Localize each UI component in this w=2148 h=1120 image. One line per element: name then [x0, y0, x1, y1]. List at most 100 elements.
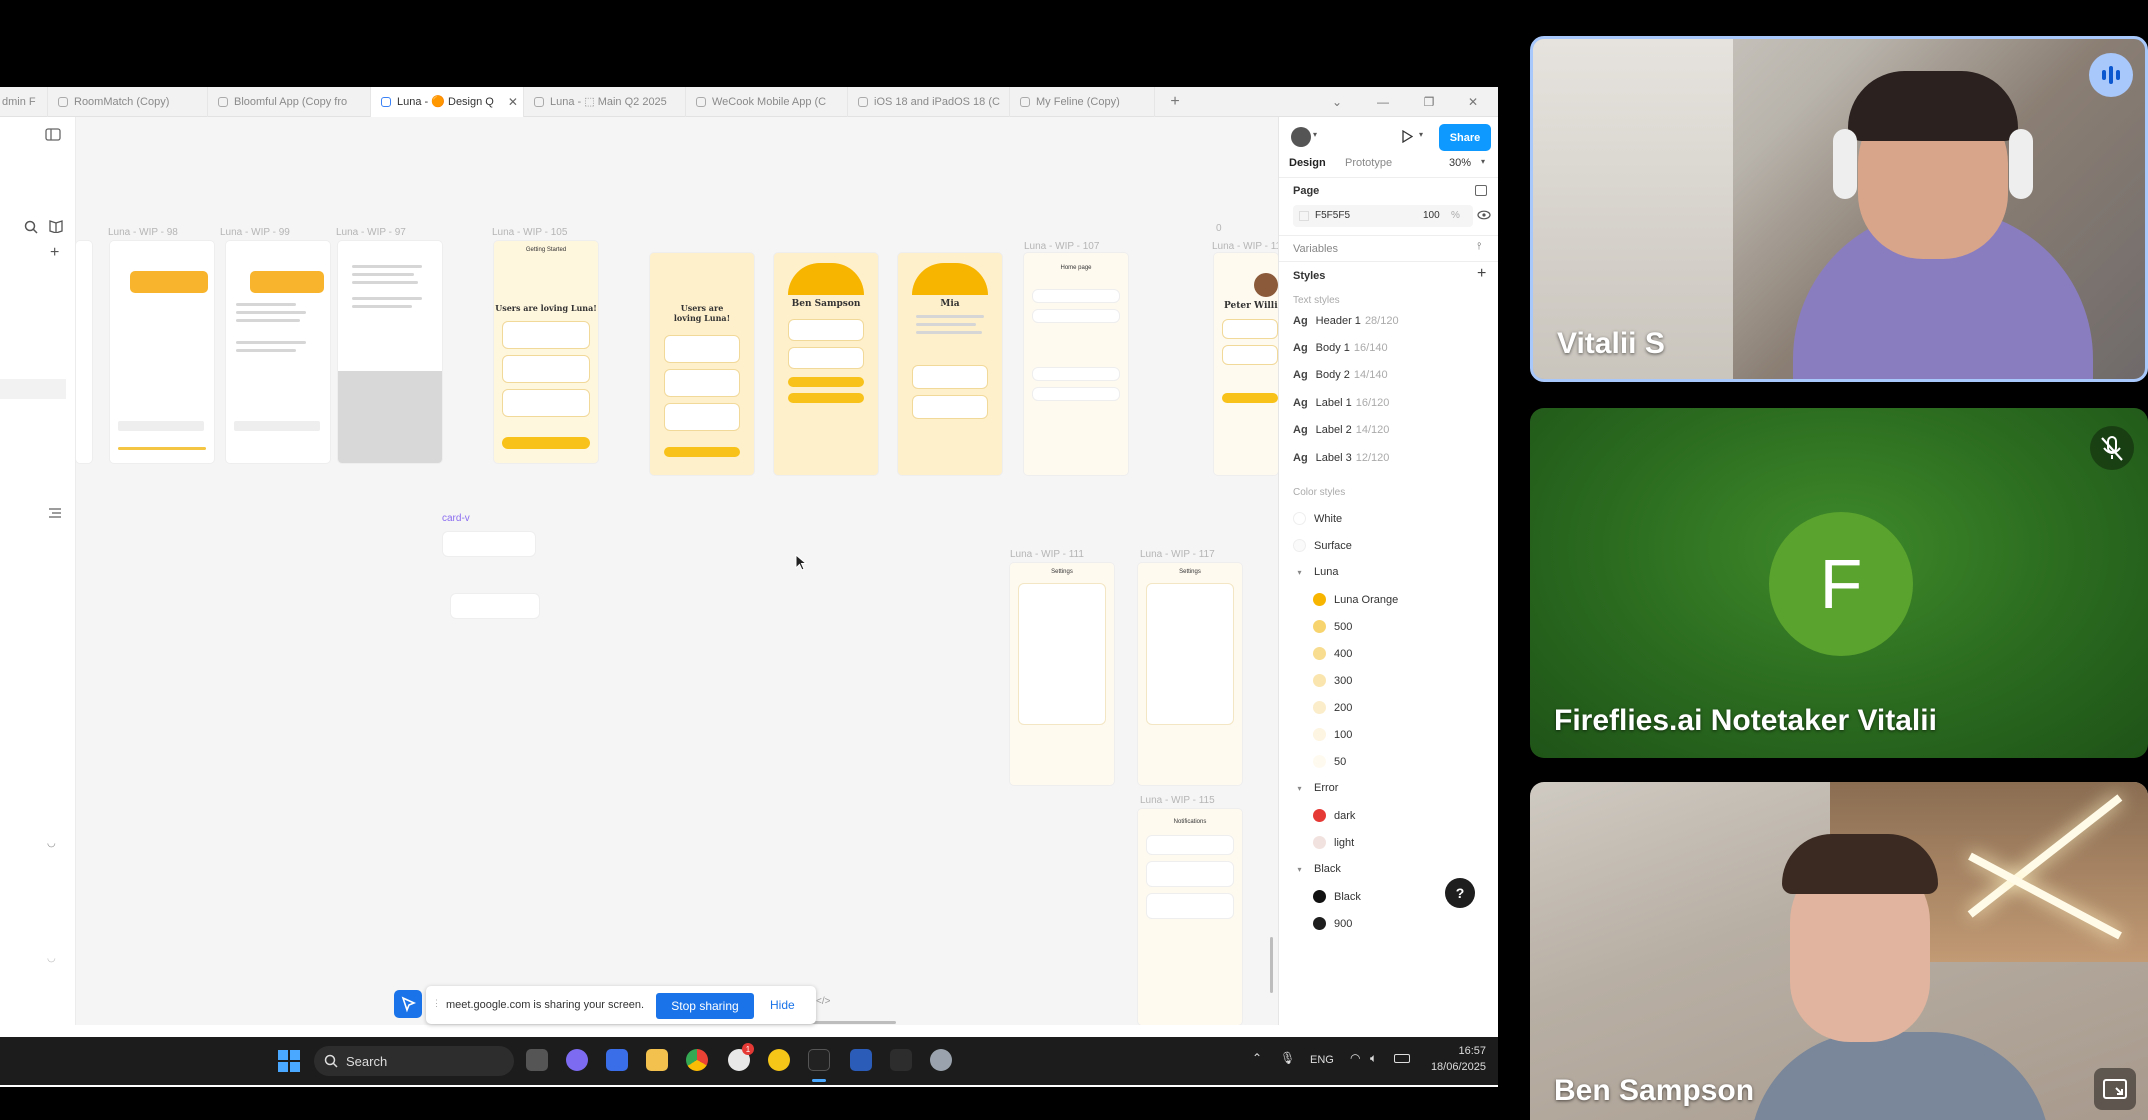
play-icon[interactable]: [1401, 130, 1413, 143]
vertical-scrollbar[interactable]: [1270, 937, 1273, 993]
page-color-field[interactable]: F5F5F5 100 %: [1293, 205, 1473, 227]
zoom-level[interactable]: 30%: [1449, 157, 1471, 169]
color-style-row[interactable]: Surface: [1293, 539, 1486, 552]
frame-label[interactable]: 0: [1216, 223, 1222, 234]
color-style-row[interactable]: 400: [1293, 647, 1486, 660]
color-style-row[interactable]: 200: [1293, 701, 1486, 714]
frame-label[interactable]: Luna - WIP - 97: [336, 227, 406, 238]
phone-frame[interactable]: [76, 241, 92, 463]
figma-icon[interactable]: [808, 1049, 830, 1071]
user-avatar[interactable]: [1291, 127, 1311, 147]
drag-handle-icon[interactable]: ⋮: [432, 998, 441, 1009]
add-style-icon[interactable]: +: [1477, 265, 1486, 283]
tab-7[interactable]: My Feline (Copy): [1010, 87, 1155, 117]
tab-5[interactable]: WeCook Mobile App (C: [686, 87, 848, 117]
phone-frame-profile-peter[interactable]: Peter Willi: [1214, 253, 1278, 475]
eye-hidden-icon-2[interactable]: ◡: [47, 953, 56, 964]
frame-label[interactable]: Luna - WIP - 99: [220, 227, 290, 238]
new-tab-button[interactable]: +: [1155, 87, 1195, 117]
color-group-black[interactable]: ▾ Black: [1293, 863, 1486, 875]
color-style-row[interactable]: 300: [1293, 674, 1486, 687]
phone-frame-home[interactable]: Home page: [1024, 253, 1128, 475]
text-style-row[interactable]: Ag Body 1 16/140: [1293, 342, 1486, 354]
file-explorer-icon[interactable]: [646, 1049, 668, 1071]
color-style-row[interactable]: 50: [1293, 755, 1486, 768]
chevron-down-icon[interactable]: ▾: [1313, 130, 1317, 139]
participant-tile-vitalii[interactable]: Vitalii S: [1530, 36, 2148, 382]
color-style-row[interactable]: 900: [1293, 917, 1486, 930]
participant-tile-ben[interactable]: Ben Sampson: [1530, 782, 2148, 1120]
stop-sharing-button[interactable]: Stop sharing: [656, 993, 754, 1019]
color-style-row[interactable]: 100: [1293, 728, 1486, 741]
volume-icon[interactable]: 🔈︎: [1370, 1051, 1377, 1066]
share-button[interactable]: Share: [1439, 124, 1491, 151]
tab-1[interactable]: RoomMatch (Copy): [48, 87, 208, 117]
microphone-icon[interactable]: 🎙︎: [1280, 1051, 1295, 1065]
add-page-icon[interactable]: +: [50, 244, 59, 262]
frame-label[interactable]: Luna - WIP - 11: [1212, 241, 1278, 252]
tab-0[interactable]: dmin F: [0, 87, 48, 117]
search-icon[interactable]: [24, 220, 38, 234]
color-style-row[interactable]: dark: [1293, 809, 1486, 822]
yandex-icon[interactable]: [768, 1049, 790, 1071]
chrome-icon[interactable]: [686, 1049, 708, 1071]
word-icon[interactable]: [850, 1049, 872, 1071]
copilot-icon[interactable]: [566, 1049, 588, 1071]
code-icon[interactable]: </>: [816, 996, 830, 1007]
component-label[interactable]: card-v: [442, 513, 470, 524]
color-style-row[interactable]: Luna Orange: [1293, 593, 1486, 606]
page-settings-icon[interactable]: [1475, 185, 1487, 196]
frame-label[interactable]: Luna - WIP - 98: [108, 227, 178, 238]
phone-frame-chat[interactable]: [110, 241, 214, 463]
tab-design[interactable]: Design: [1289, 157, 1326, 169]
voice-recorder-icon[interactable]: [890, 1049, 912, 1071]
text-style-row[interactable]: Ag Header 1 28/120: [1293, 315, 1486, 327]
tab-prototype[interactable]: Prototype: [1345, 157, 1392, 169]
tab-3-active[interactable]: Luna - 🟠 Design Q ✕: [371, 87, 524, 117]
tab-list-chevron-icon[interactable]: ⌄: [1322, 87, 1352, 117]
minimize-button[interactable]: —: [1368, 87, 1398, 117]
phone-frame-chat[interactable]: [226, 241, 330, 463]
eye-hidden-icon[interactable]: ◡: [47, 838, 56, 849]
store-icon[interactable]: [606, 1049, 628, 1071]
participant-tile-fireflies[interactable]: F Fireflies.ai Notetaker Vitalii: [1530, 408, 2148, 758]
hide-button[interactable]: Hide: [770, 998, 795, 1012]
card-component-instance[interactable]: [450, 593, 540, 619]
variables-settings-icon[interactable]: ⫯: [1477, 241, 1481, 252]
chevron-up-icon[interactable]: ⌃: [1252, 1051, 1262, 1065]
frame-label[interactable]: Luna - WIP - 117: [1140, 549, 1215, 560]
phone-frame-notifications[interactable]: Notifications: [1138, 809, 1242, 1025]
eye-icon[interactable]: [1477, 210, 1491, 220]
restore-button[interactable]: ❐: [1414, 87, 1444, 117]
phone-frame-profile-mia[interactable]: Mia: [898, 253, 1002, 475]
color-style-row[interactable]: light: [1293, 836, 1486, 849]
tab-2[interactable]: Bloomful App (Copy fro: [208, 87, 371, 117]
clock-date[interactable]: 18/06/2025: [1422, 1061, 1486, 1073]
phone-frame-reviews[interactable]: Users are loving Luna!: [650, 253, 754, 475]
settings-icon[interactable]: [930, 1049, 952, 1071]
close-window-button[interactable]: ✕: [1458, 87, 1488, 117]
library-icon[interactable]: [48, 219, 64, 233]
selected-page-row[interactable]: [0, 379, 66, 399]
phone-frame-profile-ben[interactable]: Ben Sampson: [774, 253, 878, 475]
fullscreen-icon[interactable]: [2094, 1068, 2136, 1110]
sidebar-toggle-icon[interactable]: [45, 128, 61, 141]
text-style-row[interactable]: Ag Label 2 14/120: [1293, 424, 1486, 436]
chevron-down-icon[interactable]: ▾: [1419, 130, 1423, 139]
tab-6[interactable]: iOS 18 and iPadOS 18 (C: [848, 87, 1010, 117]
color-style-row[interactable]: White: [1293, 512, 1486, 525]
text-style-row[interactable]: Ag Label 1 16/120: [1293, 397, 1486, 409]
color-style-row[interactable]: 500: [1293, 620, 1486, 633]
frame-label[interactable]: Luna - WIP - 111: [1010, 549, 1084, 560]
windows-start-icon[interactable]: [278, 1050, 300, 1072]
frame-label[interactable]: Luna - WIP - 107: [1024, 241, 1099, 252]
wifi-icon[interactable]: ◠: [1350, 1051, 1360, 1065]
color-group-error[interactable]: ▾ Error: [1293, 782, 1486, 794]
battery-icon[interactable]: [1394, 1054, 1410, 1063]
task-view-icon[interactable]: [526, 1049, 548, 1071]
close-tab-icon[interactable]: ✕: [508, 95, 518, 109]
tab-4[interactable]: Luna - ⬚ Main Q2 2025: [524, 87, 686, 117]
taskbar-search[interactable]: Search: [314, 1046, 514, 1076]
color-group-luna[interactable]: ▾ Luna: [1293, 566, 1486, 578]
phone-frame-keyboard[interactable]: [338, 241, 442, 463]
